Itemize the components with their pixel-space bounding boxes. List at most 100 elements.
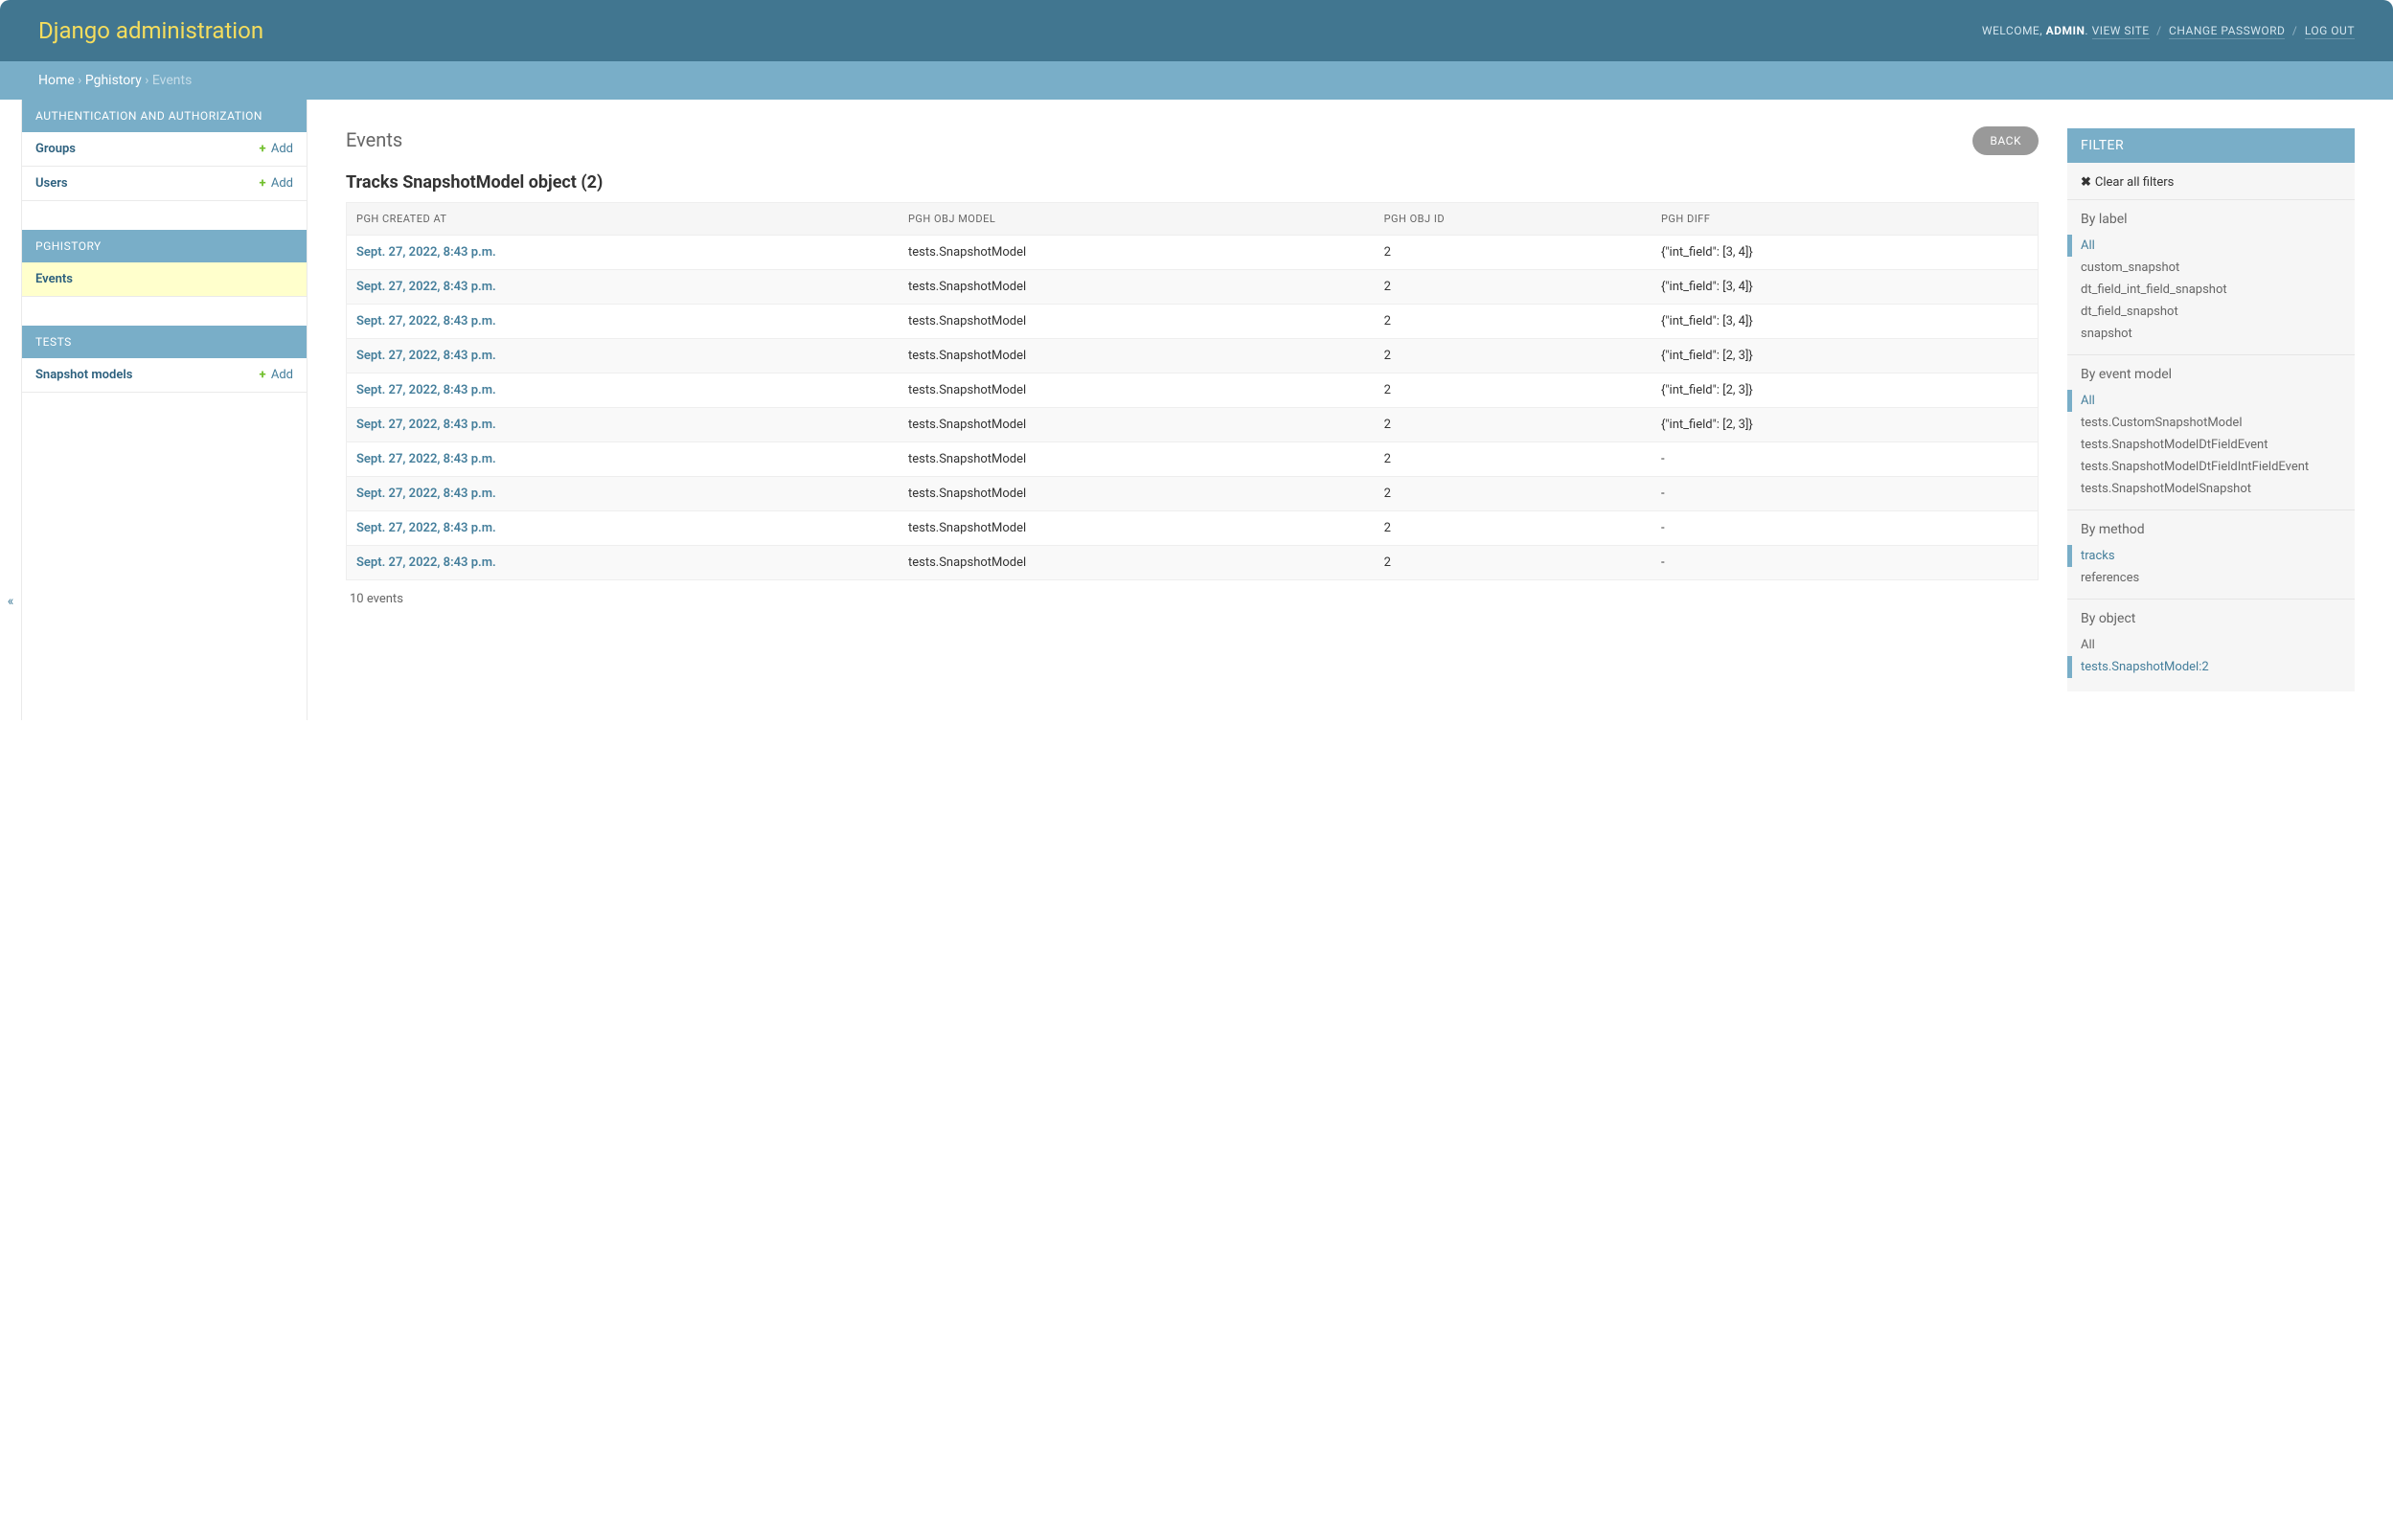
filter-option-link[interactable]: snapshot: [2081, 327, 2132, 341]
header: Django administration WELCOME, ADMIN. VI…: [0, 0, 2393, 61]
toggle-nav-icon[interactable]: «: [0, 100, 22, 720]
filter-option[interactable]: tests.CustomSnapshotModel: [2067, 412, 2355, 434]
cell-diff: -: [1652, 546, 2039, 580]
filter-option[interactable]: tests.SnapshotModelDtFieldEvent: [2067, 434, 2355, 456]
column-header[interactable]: PGH OBJ ID: [1375, 203, 1652, 236]
cell-obj-model: tests.SnapshotModel: [899, 236, 1375, 270]
cell-obj-id: 2: [1375, 374, 1652, 408]
view-site-link[interactable]: VIEW SITE: [2092, 24, 2150, 39]
cell-diff: {"int_field": [2, 3]}: [1652, 374, 2039, 408]
cell-obj-id: 2: [1375, 442, 1652, 477]
event-link[interactable]: Sept. 27, 2022, 8:43 p.m.: [356, 487, 496, 501]
app-caption[interactable]: PGHISTORY: [22, 230, 307, 262]
add-label: Add: [268, 176, 293, 191]
column-header[interactable]: PGH CREATED AT: [347, 203, 899, 236]
cell-obj-id: 2: [1375, 511, 1652, 546]
event-link[interactable]: Sept. 27, 2022, 8:43 p.m.: [356, 314, 496, 328]
column-header[interactable]: PGH DIFF: [1652, 203, 2039, 236]
filter-group-title: By object: [2067, 611, 2355, 634]
filter-option[interactable]: snapshot: [2067, 323, 2355, 345]
log-out-link[interactable]: LOG OUT: [2305, 24, 2355, 39]
cell-diff: {"int_field": [3, 4]}: [1652, 305, 2039, 339]
event-link[interactable]: Sept. 27, 2022, 8:43 p.m.: [356, 521, 496, 535]
cell-obj-id: 2: [1375, 477, 1652, 511]
sidebar-model-row: Groups + Add: [22, 132, 307, 167]
table-row: Sept. 27, 2022, 8:43 p.m. tests.SnapshotM…: [347, 236, 2039, 270]
sidebar-model-link[interactable]: Users: [35, 176, 68, 191]
cell-obj-model: tests.SnapshotModel: [899, 305, 1375, 339]
filter-option[interactable]: All: [2067, 634, 2355, 656]
cell-diff: {"int_field": [2, 3]}: [1652, 339, 2039, 374]
add-link[interactable]: + Add: [260, 176, 293, 191]
filter-option-link[interactable]: references: [2081, 571, 2139, 585]
cell-obj-id: 2: [1375, 270, 1652, 305]
filter-option-link[interactable]: tests.SnapshotModelDtFieldIntFieldEvent: [2081, 460, 2309, 474]
event-link[interactable]: Sept. 27, 2022, 8:43 p.m.: [356, 349, 496, 363]
add-label: Add: [268, 142, 293, 156]
cell-diff: -: [1652, 442, 2039, 477]
filter-option-link[interactable]: All: [2081, 238, 2095, 253]
filter-group: By event modelAlltests.CustomSnapshotMod…: [2067, 354, 2355, 510]
filter-option-link[interactable]: tracks: [2081, 549, 2115, 563]
filter-option-link[interactable]: custom_snapshot: [2081, 260, 2179, 275]
filter-option[interactable]: tracks: [2067, 545, 2355, 567]
filter-option[interactable]: dt_field_snapshot: [2067, 301, 2355, 323]
cell-diff: {"int_field": [3, 4]}: [1652, 270, 2039, 305]
filter-option[interactable]: tests.SnapshotModelDtFieldIntFieldEvent: [2067, 456, 2355, 478]
filter-panel: FILTER ✖Clear all filters By labelAllcus…: [2067, 128, 2355, 691]
cell-obj-model: tests.SnapshotModel: [899, 511, 1375, 546]
event-link[interactable]: Sept. 27, 2022, 8:43 p.m.: [356, 245, 496, 260]
page-title: Events: [346, 128, 2039, 151]
object-subtitle: Tracks SnapshotModel object (2): [346, 172, 2039, 192]
filter-option[interactable]: All: [2067, 390, 2355, 412]
event-link[interactable]: Sept. 27, 2022, 8:43 p.m.: [356, 452, 496, 466]
back-button[interactable]: BACK: [1972, 126, 2039, 155]
event-link[interactable]: Sept. 27, 2022, 8:43 p.m.: [356, 555, 496, 570]
app-caption[interactable]: AUTHENTICATION AND AUTHORIZATION: [22, 100, 307, 132]
filter-option[interactable]: custom_snapshot: [2067, 257, 2355, 279]
filter-option[interactable]: tests.SnapshotModelSnapshot: [2067, 478, 2355, 500]
filter-option-link[interactable]: tests.CustomSnapshotModel: [2081, 416, 2242, 430]
filter-group: By labelAllcustom_snapshotdt_field_int_f…: [2067, 199, 2355, 354]
sidebar-model-link[interactable]: Snapshot models: [35, 368, 132, 382]
cell-obj-model: tests.SnapshotModel: [899, 442, 1375, 477]
cell-obj-model: tests.SnapshotModel: [899, 339, 1375, 374]
filter-option-link[interactable]: All: [2081, 638, 2095, 652]
breadcrumb-app[interactable]: Pghistory: [85, 73, 142, 88]
table-row: Sept. 27, 2022, 8:43 p.m. tests.SnapshotM…: [347, 339, 2039, 374]
filter-option[interactable]: dt_field_int_field_snapshot: [2067, 279, 2355, 301]
column-header[interactable]: PGH OBJ MODEL: [899, 203, 1375, 236]
sidebar-model-link[interactable]: Groups: [35, 142, 76, 156]
event-link[interactable]: Sept. 27, 2022, 8:43 p.m.: [356, 383, 496, 397]
event-link[interactable]: Sept. 27, 2022, 8:43 p.m.: [356, 418, 496, 432]
filter-option[interactable]: tests.SnapshotModel:2: [2067, 656, 2355, 678]
results-table: PGH CREATED ATPGH OBJ MODELPGH OBJ IDPGH…: [346, 202, 2039, 580]
add-link[interactable]: + Add: [260, 368, 293, 382]
filter-option-link[interactable]: dt_field_int_field_snapshot: [2081, 283, 2227, 297]
cell-diff: {"int_field": [2, 3]}: [1652, 408, 2039, 442]
cell-obj-id: 2: [1375, 546, 1652, 580]
clear-all-filters[interactable]: ✖Clear all filters: [2081, 175, 2174, 190]
username: ADMIN: [2046, 24, 2085, 37]
content: Events BACK Tracks SnapshotModel object …: [346, 128, 2039, 691]
event-link[interactable]: Sept. 27, 2022, 8:43 p.m.: [356, 280, 496, 294]
table-row: Sept. 27, 2022, 8:43 p.m.tests.SnapshotM…: [347, 374, 2039, 408]
paginator: 10 events: [346, 580, 2039, 618]
filter-option-link[interactable]: dt_field_snapshot: [2081, 305, 2178, 319]
breadcrumb-home[interactable]: Home: [38, 73, 75, 88]
plus-icon: +: [260, 368, 266, 382]
sidebar-model-link[interactable]: Events: [35, 272, 73, 286]
filter-option[interactable]: references: [2067, 567, 2355, 589]
app-caption[interactable]: TESTS: [22, 326, 307, 358]
site-title[interactable]: Django administration: [38, 17, 263, 44]
filter-option-link[interactable]: tests.SnapshotModel:2: [2081, 660, 2209, 674]
change-password-link[interactable]: CHANGE PASSWORD: [2169, 24, 2285, 39]
clear-filters-label: Clear all filters: [2095, 175, 2174, 190]
filter-option-link[interactable]: tests.SnapshotModelSnapshot: [2081, 482, 2251, 496]
filter-option[interactable]: All: [2067, 235, 2355, 257]
cell-diff: {"int_field": [3, 4]}: [1652, 236, 2039, 270]
filter-option-link[interactable]: tests.SnapshotModelDtFieldEvent: [2081, 438, 2268, 452]
filter-option-link[interactable]: All: [2081, 394, 2095, 408]
cell-obj-id: 2: [1375, 339, 1652, 374]
add-link[interactable]: + Add: [260, 142, 293, 156]
